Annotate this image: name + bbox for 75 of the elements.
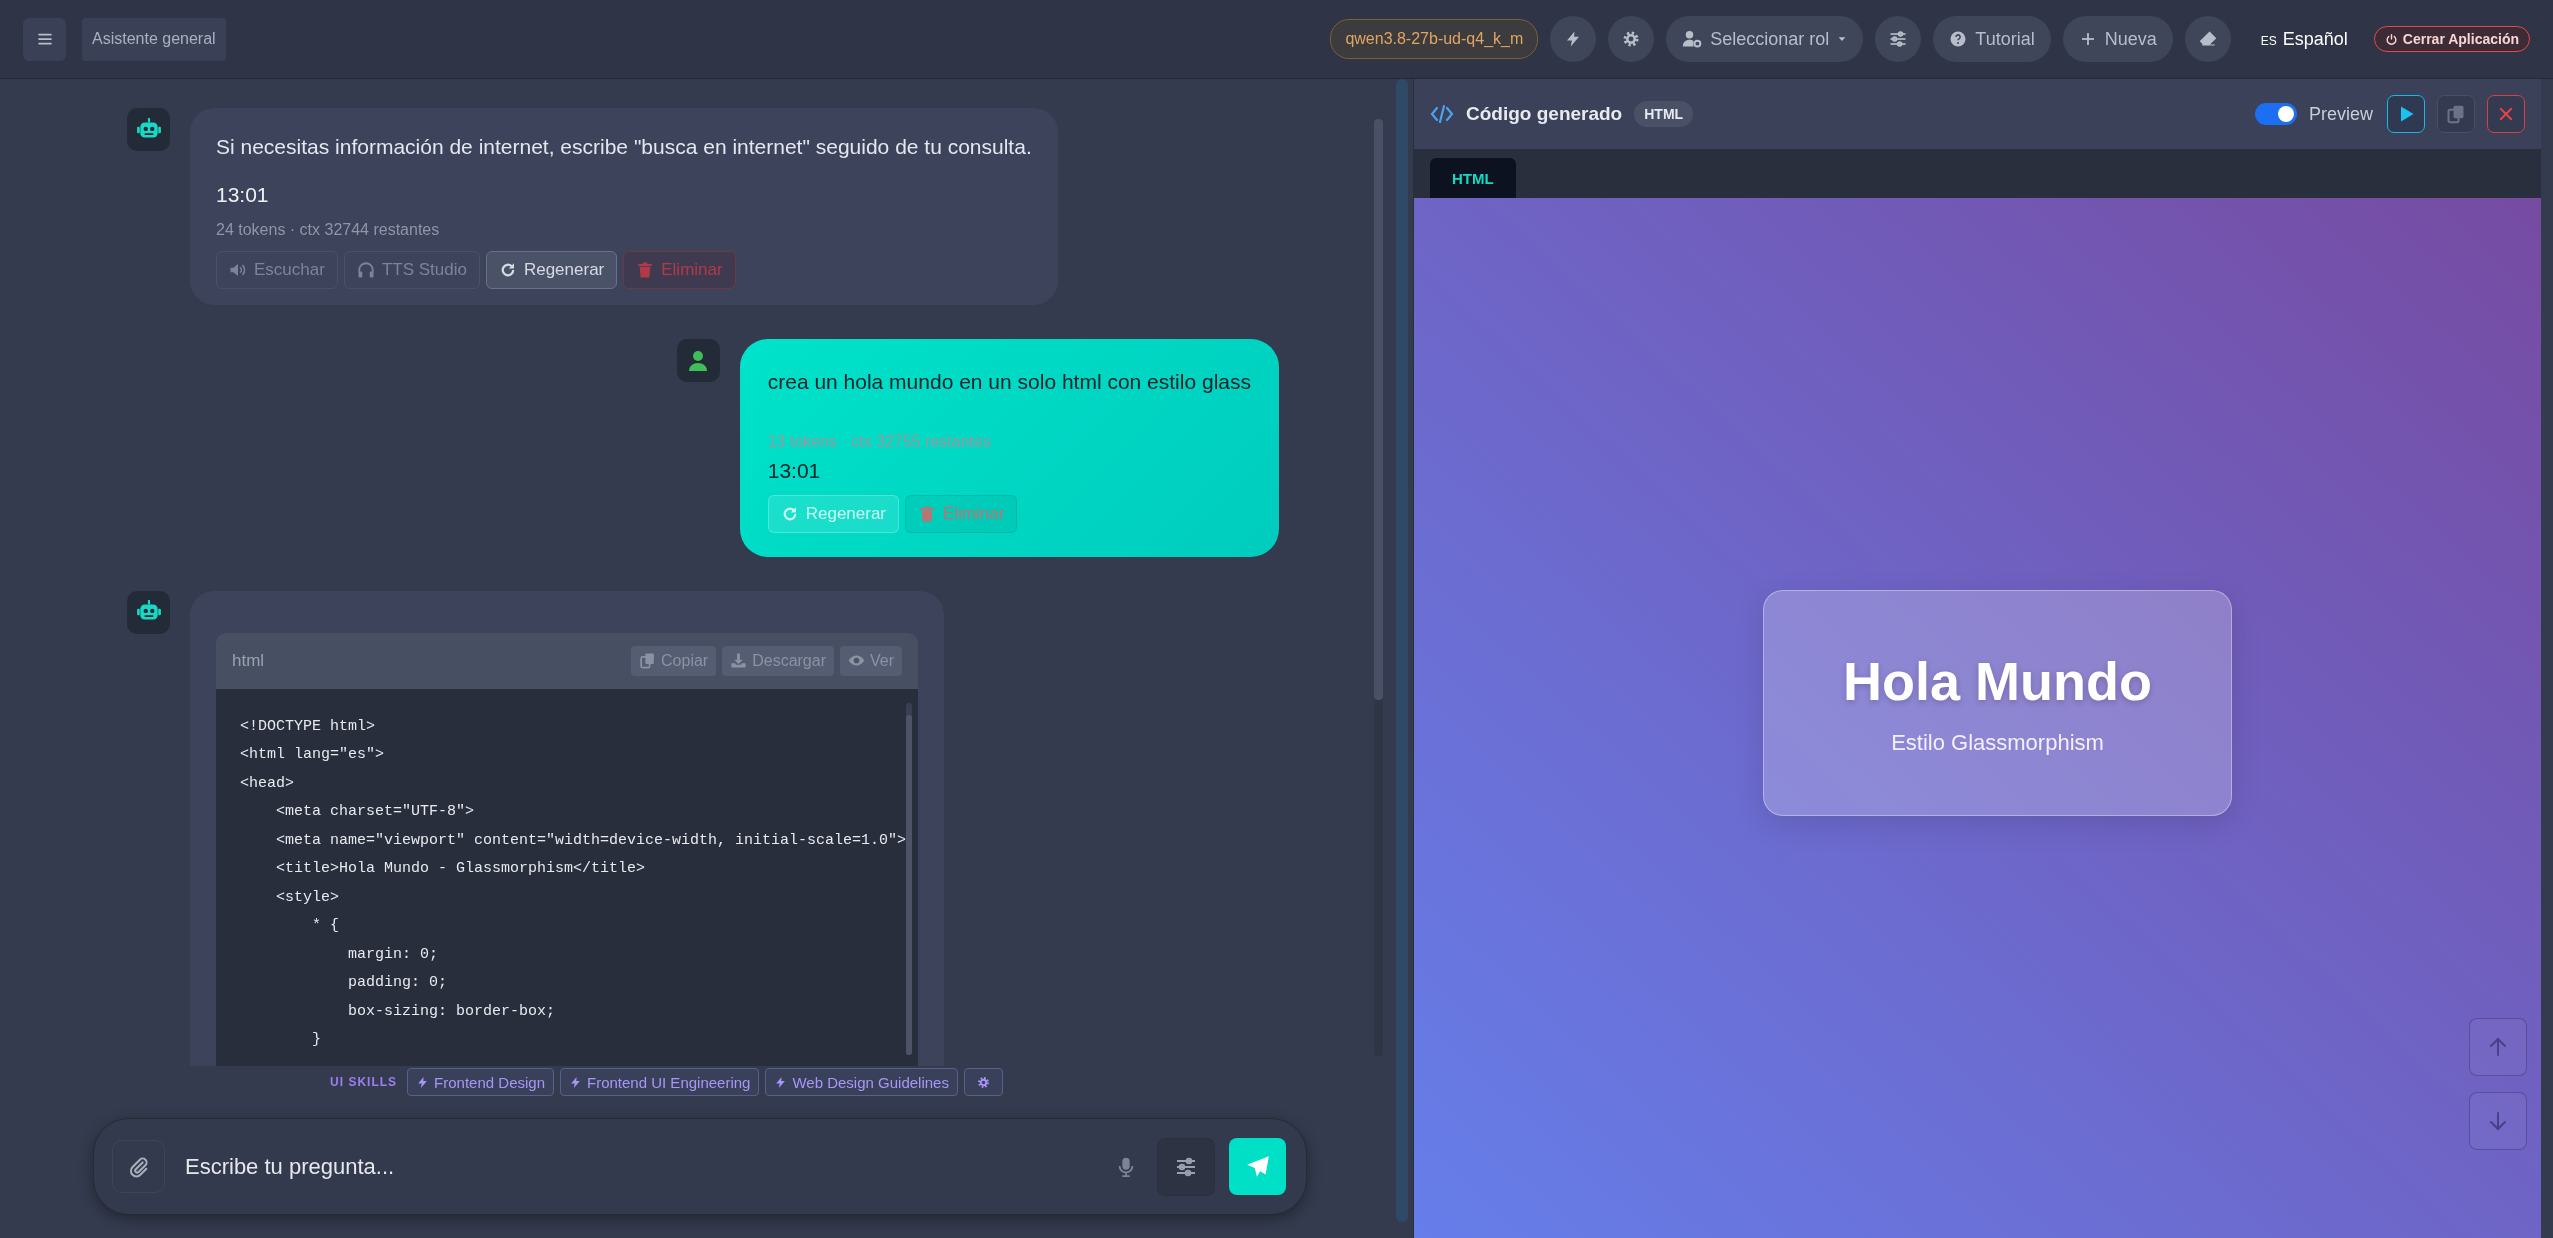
message-time: 13:01	[767, 458, 822, 483]
preview-toggle[interactable]	[2254, 103, 2297, 125]
run-button[interactable]	[2387, 95, 2425, 133]
question-field[interactable]: Escribe tu pregunta...	[179, 1141, 1095, 1192]
message-composer[interactable]: Escribe tu pregunta...	[93, 1118, 1307, 1215]
code-line: <title>Hola Mundo - Glassmorphism</title>	[275, 859, 647, 880]
bolt-icon	[569, 1075, 582, 1089]
code-line: padding: 0;	[347, 973, 449, 994]
code-line: <meta name="viewport" content="width=device-width, initial-scale=1.0">	[275, 830, 907, 851]
skills-label: UI SKILLS	[330, 1075, 398, 1089]
listen-button[interactable]: Escuchar	[216, 251, 338, 290]
send-button[interactable]	[1229, 1138, 1286, 1195]
code-language: html	[232, 650, 266, 671]
scrollbar-thumb[interactable]	[1374, 119, 1383, 700]
trash-icon	[918, 504, 937, 523]
token-info: 13 tokens · ctx 32755 restantes	[767, 432, 992, 451]
model-badge[interactable]: qwen3.8-27b-ud-q4_k_m	[1330, 19, 1539, 59]
eraser-button[interactable]	[2184, 16, 2231, 62]
paperclip-icon	[127, 1155, 150, 1178]
code-line: <style>	[275, 887, 341, 908]
role-button[interactable]: Seleccionar rol	[1666, 16, 1864, 62]
message-time: 13:01	[216, 183, 270, 208]
copy-button[interactable]	[2437, 95, 2475, 133]
tts-button[interactable]: TTS Studio	[343, 251, 480, 290]
language-badge: HTML	[1634, 101, 1694, 127]
skills-settings-button[interactable]	[963, 1068, 1003, 1096]
code-line: box-sizing: border-box;	[347, 1001, 557, 1022]
code-tab[interactable]: HTML	[1430, 158, 1516, 198]
preview-heading: Hola Mundo	[1843, 650, 2152, 712]
code-line: margin: 0;	[347, 944, 440, 965]
menu-button[interactable]	[23, 17, 66, 61]
code-icon	[1430, 102, 1454, 126]
settings-icon	[1622, 30, 1641, 48]
sliders-button[interactable]	[1875, 16, 1922, 62]
skill-chip[interactable]: Frontend UI Engineering	[560, 1068, 760, 1096]
message-text: crea un hola mundo en un solo html con estilo glass	[767, 369, 1251, 396]
sliders-button[interactable]	[1157, 1137, 1215, 1196]
user-gear-icon	[1682, 29, 1703, 49]
new-button[interactable]: Nueva	[2062, 16, 2173, 62]
regenerate-button[interactable]: Regenerar	[485, 251, 618, 290]
tutorial-button[interactable]: Tutorial	[1933, 16, 2051, 62]
code-line: <head>	[240, 773, 295, 794]
code-line: <!DOCTYPE html>	[240, 716, 377, 737]
close-icon	[2497, 105, 2515, 123]
language-code[interactable]: ES	[2260, 33, 2277, 48]
attach-button[interactable]	[112, 1140, 165, 1193]
settings-icon	[976, 1075, 990, 1089]
resize-handle[interactable]	[1396, 79, 1408, 1222]
headphones-icon	[356, 261, 375, 280]
settings-button[interactable]	[1608, 16, 1655, 62]
skill-chip[interactable]: Web Design Guidelines	[765, 1068, 958, 1096]
message-text: Si necesitas información de internet, escribe "busca en internet" seguido de tu consulta.	[216, 134, 1032, 160]
help-icon	[1949, 30, 1968, 48]
download-icon	[730, 652, 748, 670]
close-app-button[interactable]: Cerrar Aplicación	[2373, 26, 2530, 52]
token-info: 24 tokens · ctx 32744 restantes	[216, 221, 441, 240]
sliders-icon	[1888, 29, 1909, 49]
preview-subtitle: Estilo Glassmorphism	[1891, 730, 2104, 756]
copy-icon	[639, 652, 657, 670]
trash-icon	[636, 261, 655, 280]
bolt-button[interactable]	[1550, 16, 1597, 62]
caret-icon	[1837, 34, 1848, 44]
code-line: * {	[311, 916, 341, 937]
close-button[interactable]	[2487, 95, 2525, 133]
code-line: <html lang="es">	[240, 745, 386, 766]
skill-chip[interactable]: Frontend Design	[407, 1068, 554, 1096]
preview-label: Preview	[2308, 103, 2373, 125]
eraser-icon	[2198, 30, 2217, 48]
language-label[interactable]: Español	[2282, 28, 2348, 50]
power-icon	[2384, 32, 2398, 46]
code-line: }	[311, 1030, 322, 1051]
copy-icon	[2446, 104, 2466, 124]
panel-title: Código generado	[1466, 103, 1623, 125]
code-line: <meta charset="UTF-8">	[275, 802, 476, 823]
assistant-label[interactable]: Asistente general	[82, 17, 226, 61]
